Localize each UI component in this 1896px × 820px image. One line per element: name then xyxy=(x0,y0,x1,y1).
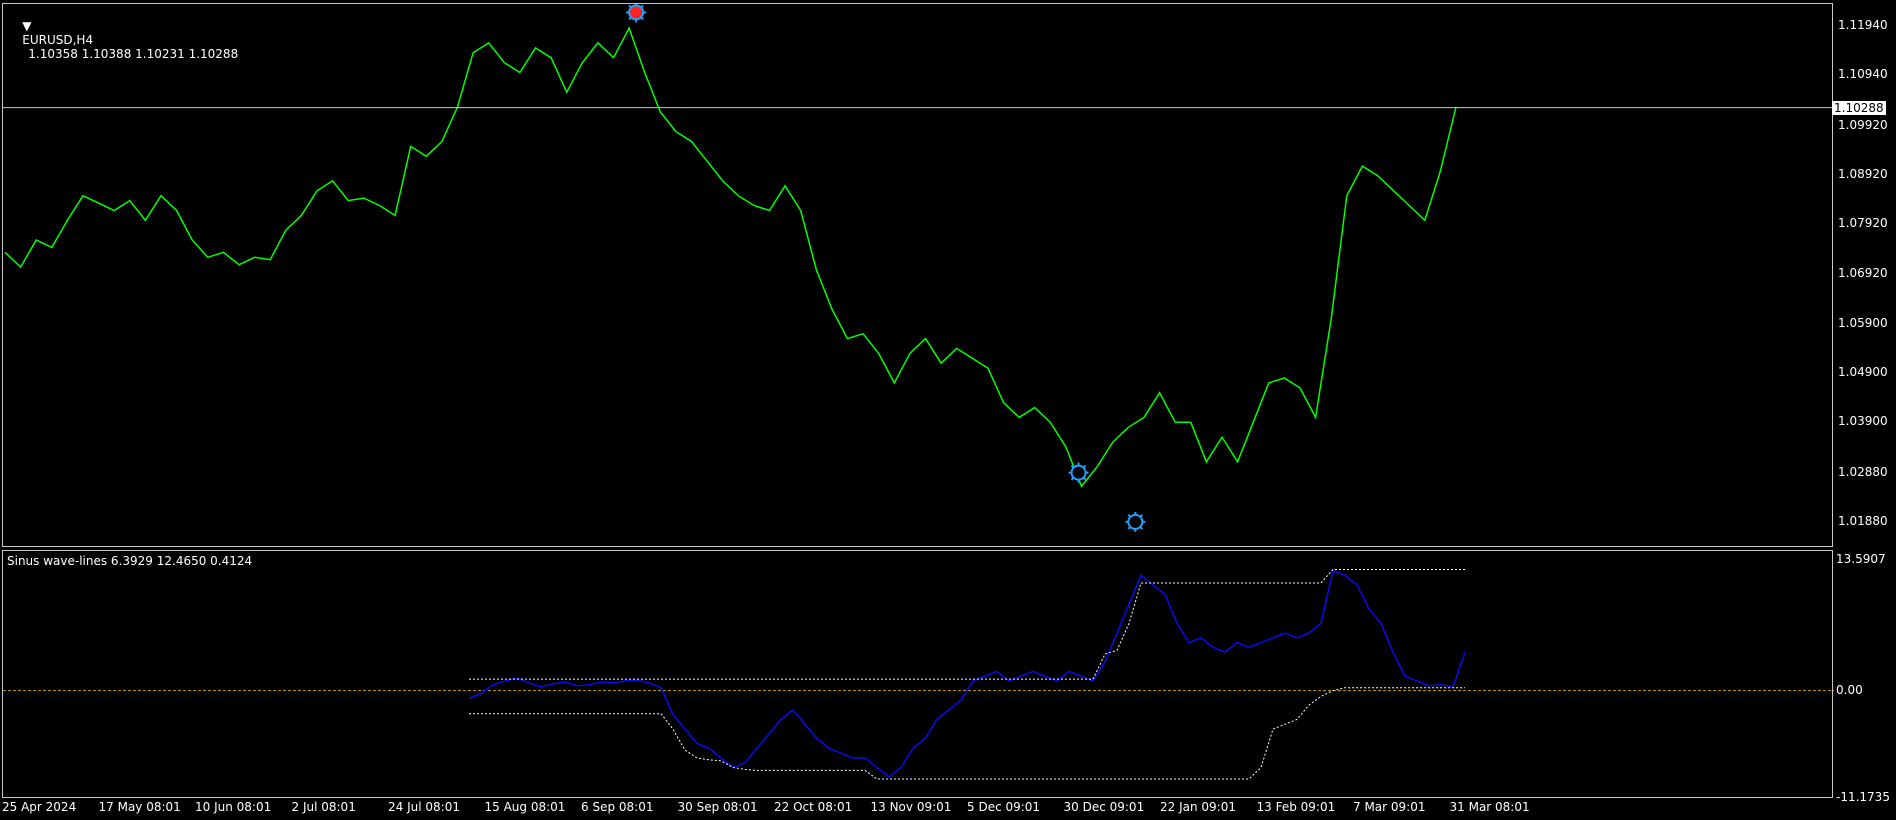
chart-title-row: ▼ EURUSD,H4 1.10358 1.10388 1.10231 1.10… xyxy=(7,5,238,75)
time-axis-tick: 17 May 08:01 xyxy=(98,800,181,814)
time-axis-tick: 13 Feb 09:01 xyxy=(1256,800,1336,814)
price-axis-tick: 1.05900 xyxy=(1838,315,1888,330)
time-axis-tick: 22 Oct 08:01 xyxy=(774,800,853,814)
time-axis-tick: 25 Apr 2024 xyxy=(2,800,77,814)
price-axis-tick: 1.04900 xyxy=(1838,365,1888,380)
time-axis-tick: 2 Jul 08:01 xyxy=(291,800,356,814)
price-axis-tick: 1.06920 xyxy=(1838,265,1888,280)
top-signal-icon xyxy=(626,4,647,23)
time-axis-tick: 13 Nov 09:01 xyxy=(870,800,952,814)
price-axis-tick: 1.10940 xyxy=(1838,67,1888,82)
indicator-pane[interactable]: Sinus wave-lines 6.3929 12.4650 0.4124 xyxy=(2,550,1834,798)
price-axis-tick: 1.11940 xyxy=(1838,18,1888,33)
bottom-signal-icon xyxy=(1125,511,1146,532)
collapse-triangle-icon[interactable]: ▼ xyxy=(22,19,31,33)
ohlc-values: 1.10358 1.10388 1.10231 1.10288 xyxy=(28,47,239,61)
sinus-wave-line xyxy=(468,569,1466,778)
time-axis-tick: 5 Dec 09:01 xyxy=(967,800,1041,814)
price-chart-pane[interactable]: ▼ EURUSD,H4 1.10358 1.10388 1.10231 1.10… xyxy=(2,3,1886,547)
time-axis-tick: 24 Jul 08:01 xyxy=(388,800,460,814)
time-axis-tick: 30 Sep 08:01 xyxy=(677,800,758,814)
indicator-axis-tick: -11.1735 xyxy=(1836,790,1890,804)
price-chart-canvas xyxy=(3,4,1834,532)
time-axis-tick: 22 Jan 09:01 xyxy=(1160,800,1236,814)
indicator-canvas xyxy=(3,569,1834,780)
price-axis-tick: 1.01880 xyxy=(1838,513,1888,528)
time-axis-tick: 10 Jun 08:01 xyxy=(195,800,272,814)
indicator-title: Sinus wave-lines 6.3929 12.4650 0.4124 xyxy=(7,554,253,568)
price-axis-tick: 1.02880 xyxy=(1838,464,1888,479)
current-price-tag: 1.10288 xyxy=(1832,100,1886,115)
indicator-axis-tick: 13.5907 xyxy=(1836,552,1886,566)
time-axis-tick: 15 Aug 08:01 xyxy=(484,800,566,814)
indicator-axis-tick: 0.00 xyxy=(1836,682,1863,697)
time-axis-tick: 7 Mar 09:01 xyxy=(1353,800,1426,814)
bottom-signal-icon xyxy=(1068,462,1089,483)
price-series-line xyxy=(4,26,1457,488)
lower-band-line xyxy=(469,687,1465,780)
price-axis-tick: 1.09920 xyxy=(1838,117,1888,132)
time-axis-tick: 6 Sep 08:01 xyxy=(581,800,654,814)
price-axis-tick: 1.07920 xyxy=(1838,216,1888,231)
upper-band-line xyxy=(469,569,1465,680)
price-axis-tick: 1.03900 xyxy=(1838,414,1888,429)
price-axis-tick: 1.08920 xyxy=(1838,166,1888,181)
time-axis-tick: 30 Dec 09:01 xyxy=(1063,800,1145,814)
symbol-title: EURUSD,H4 xyxy=(22,33,94,47)
time-axis-tick: 31 Mar 08:01 xyxy=(1449,800,1530,814)
